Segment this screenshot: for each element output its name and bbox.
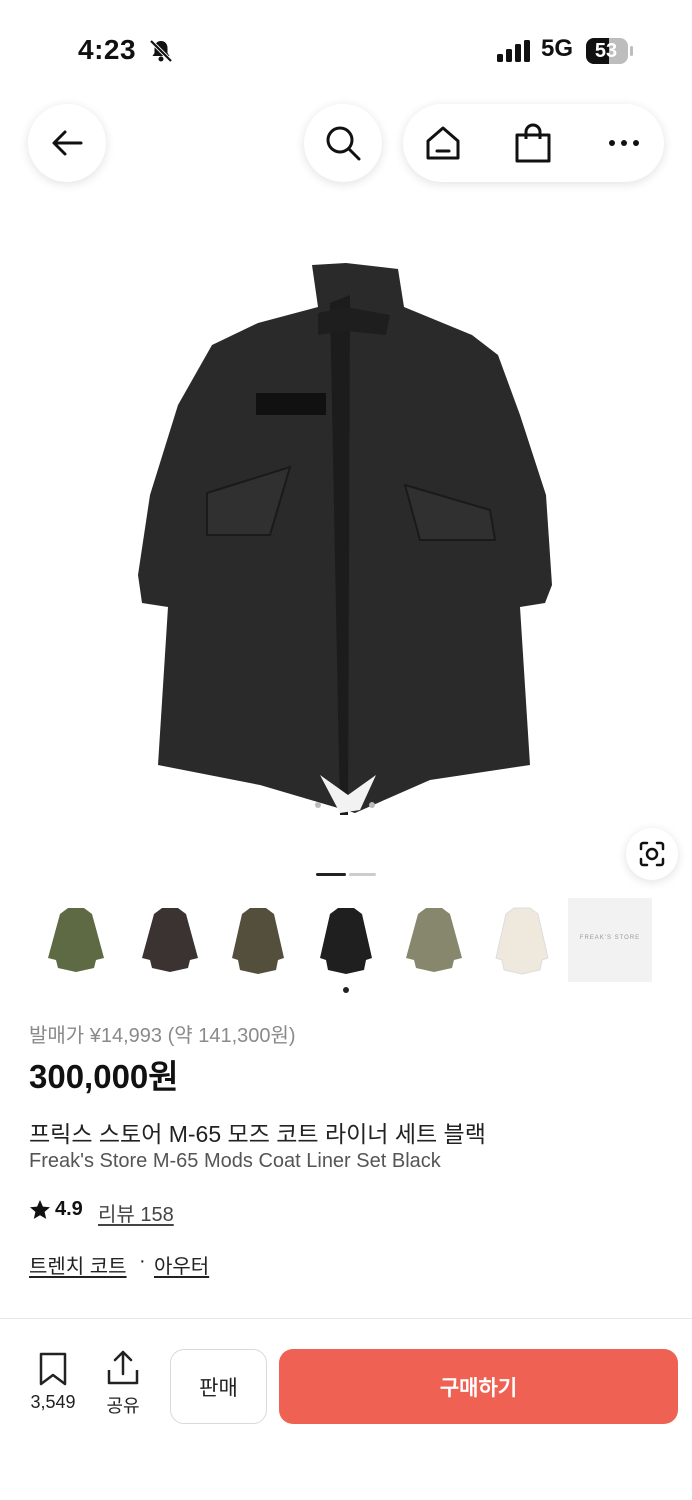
thumbnail-cream[interactable] <box>480 898 564 982</box>
price: 300,000원 <box>29 1058 179 1095</box>
thumbnail-brand[interactable]: FREAK'S STORE <box>568 898 652 982</box>
divider <box>0 1318 692 1319</box>
pager-active <box>316 873 346 876</box>
star-icon <box>30 1200 50 1219</box>
more-button[interactable] <box>596 114 652 172</box>
review-link[interactable]: 리뷰 158 <box>98 1198 174 1227</box>
rating-value: 4.9 <box>55 1198 83 1220</box>
cart-button[interactable] <box>505 114 561 172</box>
bookmark-count: 3,549 <box>30 1392 76 1412</box>
category-link-trench[interactable]: 트렌치 코트 <box>29 1250 127 1279</box>
shopping-bag-icon <box>515 123 551 163</box>
share-icon <box>107 1350 139 1385</box>
search-icon <box>326 126 361 161</box>
thumbnail-khaki[interactable] <box>216 898 300 982</box>
status-time: 4:23 <box>78 34 137 65</box>
thumbnail-indicator <box>343 987 349 993</box>
thumbnail-black[interactable] <box>304 898 388 982</box>
back-button[interactable] <box>28 104 106 182</box>
product-image[interactable] <box>0 235 692 855</box>
pager-inactive <box>349 873 376 876</box>
home-button[interactable] <box>415 114 471 172</box>
lens-icon <box>639 841 665 867</box>
sell-button[interactable]: 판매 <box>170 1349 267 1424</box>
image-search-button[interactable] <box>626 828 678 880</box>
more-icon <box>609 140 639 146</box>
category-separator: · <box>139 1250 146 1272</box>
brand-thumb-text: FREAK'S STORE <box>579 935 641 941</box>
search-button[interactable] <box>304 104 382 182</box>
back-arrow-icon <box>52 130 83 156</box>
silent-bell-icon <box>149 39 173 63</box>
thumbnail-brown[interactable] <box>128 898 212 982</box>
category-link-outer[interactable]: 아우터 <box>154 1250 209 1279</box>
battery-level: 53 <box>594 40 618 62</box>
network-type: 5G <box>541 35 574 62</box>
signal-icon <box>497 40 530 62</box>
bookmark-icon <box>39 1352 67 1386</box>
product-title-ko: 프릭스 스토어 M-65 모즈 코트 라이너 세트 블랙 <box>29 1121 486 1147</box>
thumbnail-sage[interactable] <box>392 898 476 982</box>
thumbnail-olive[interactable] <box>34 898 118 982</box>
home-icon <box>426 126 460 160</box>
product-title-en: Freak's Store M-65 Mods Coat Liner Set B… <box>29 1150 441 1172</box>
share-label: 공유 <box>106 1396 140 1416</box>
buy-button[interactable]: 구매하기 <box>279 1349 678 1424</box>
release-price: 발매가 ¥14,993 (약 141,300원) <box>29 1025 296 1047</box>
